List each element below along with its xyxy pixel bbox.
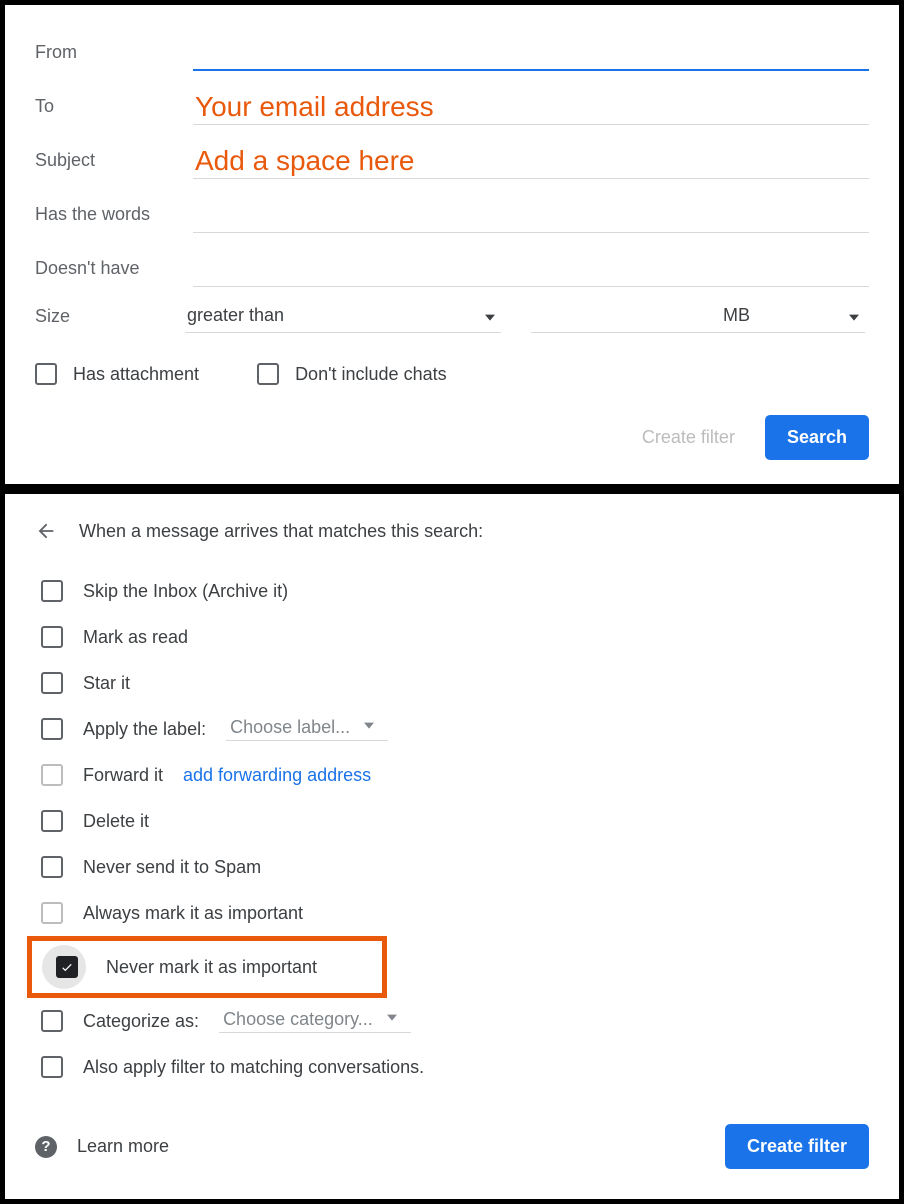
link-add-forwarding-address[interactable]: add forwarding address: [183, 765, 371, 786]
label-forward-it: Forward it: [83, 765, 163, 786]
create-filter-button[interactable]: Create filter: [725, 1124, 869, 1169]
checkbox-ripple: [42, 945, 86, 989]
input-to[interactable]: [193, 96, 869, 125]
filter-header: When a message arrives that matches this…: [35, 520, 869, 542]
input-from[interactable]: [193, 41, 869, 71]
checkbox-star-it[interactable]: [41, 672, 63, 694]
row-size: Size greater than MB: [35, 301, 869, 333]
chevron-down-icon: [849, 314, 859, 320]
label-doesnt-have: Doesn't have: [35, 258, 193, 287]
opt-star-it: Star it: [35, 660, 869, 706]
chevron-down-icon: [364, 722, 374, 728]
label-exclude-chats: Don't include chats: [295, 364, 447, 385]
label-size: Size: [35, 306, 185, 333]
input-to-wrapper: Your email address: [193, 96, 869, 125]
checkbox-never-important[interactable]: [56, 956, 78, 978]
group-has-attachment: Has attachment: [35, 363, 199, 385]
select-categorize-as[interactable]: Choose category...: [219, 1009, 411, 1033]
checkbox-also-apply[interactable]: [41, 1056, 63, 1078]
input-size-amount[interactable]: [531, 305, 721, 333]
label-never-spam: Never send it to Spam: [83, 857, 261, 878]
checkbox-mark-read[interactable]: [41, 626, 63, 648]
checkbox-always-important[interactable]: [41, 902, 63, 924]
label-never-important: Never mark it as important: [106, 957, 317, 978]
filter-header-text: When a message arrives that matches this…: [79, 521, 483, 542]
select-size-operator-value: greater than: [187, 305, 284, 325]
input-doesnt-have[interactable]: [193, 258, 869, 287]
create-filter-link[interactable]: Create filter: [642, 427, 735, 448]
row-has-words: Has the words: [35, 185, 869, 233]
checkbox-apply-label[interactable]: [41, 718, 63, 740]
arrow-back-icon[interactable]: [35, 520, 57, 542]
opt-skip-inbox: Skip the Inbox (Archive it): [35, 568, 869, 614]
search-form-panel: From To Your email address Subject Add a…: [0, 0, 904, 489]
label-also-apply: Also apply filter to matching conversati…: [83, 1057, 424, 1078]
checkbox-never-spam[interactable]: [41, 856, 63, 878]
select-apply-label-value: Choose label...: [230, 717, 350, 738]
opt-never-important: Never mark it as important: [27, 936, 387, 998]
label-delete-it: Delete it: [83, 811, 149, 832]
opt-apply-label: Apply the label: Choose label...: [35, 706, 869, 752]
row-subject: Subject Add a space here: [35, 131, 869, 179]
search-actions: Create filter Search: [35, 415, 869, 460]
label-star-it: Star it: [83, 673, 130, 694]
select-size-operator[interactable]: greater than: [185, 301, 501, 333]
label-apply-label: Apply the label:: [83, 719, 206, 740]
select-size-unit-value: MB: [723, 305, 750, 325]
group-exclude-chats: Don't include chats: [257, 363, 447, 385]
input-has-words[interactable]: [193, 204, 869, 233]
input-subject[interactable]: [193, 150, 869, 179]
checkbox-forward-it: [41, 764, 63, 786]
opt-mark-read: Mark as read: [35, 614, 869, 660]
row-to: To Your email address: [35, 77, 869, 125]
checkbox-has-attachment[interactable]: [35, 363, 57, 385]
opt-categorize-as: Categorize as: Choose category...: [35, 998, 869, 1044]
checkbox-delete-it[interactable]: [41, 810, 63, 832]
select-categorize-as-value: Choose category...: [223, 1009, 373, 1030]
filter-actions-panel: When a message arrives that matches this…: [0, 489, 904, 1204]
row-doesnt-have: Doesn't have: [35, 239, 869, 287]
label-always-important: Always mark it as important: [83, 903, 303, 924]
label-subject: Subject: [35, 150, 193, 179]
search-button[interactable]: Search: [765, 415, 869, 460]
chevron-down-icon: [387, 1014, 397, 1020]
label-has-words: Has the words: [35, 204, 193, 233]
checkbox-exclude-chats[interactable]: [257, 363, 279, 385]
opt-delete-it: Delete it: [35, 798, 869, 844]
checkbox-categorize-as[interactable]: [41, 1010, 63, 1032]
row-from: From: [35, 23, 869, 71]
opt-also-apply: Also apply filter to matching conversati…: [35, 1044, 869, 1090]
select-size-unit[interactable]: MB: [721, 301, 865, 333]
learn-more-link[interactable]: Learn more: [77, 1136, 169, 1157]
filter-footer: ? Learn more Create filter: [35, 1124, 869, 1169]
label-from: From: [35, 42, 193, 71]
chevron-down-icon: [485, 314, 495, 320]
label-has-attachment: Has attachment: [73, 364, 199, 385]
opt-always-important: Always mark it as important: [35, 890, 869, 936]
label-skip-inbox: Skip the Inbox (Archive it): [83, 581, 288, 602]
check-icon: [60, 960, 74, 974]
label-to: To: [35, 96, 193, 125]
opt-forward-it: Forward it add forwarding address: [35, 752, 869, 798]
input-subject-wrapper: Add a space here: [193, 150, 869, 179]
opt-never-spam: Never send it to Spam: [35, 844, 869, 890]
checkbox-skip-inbox[interactable]: [41, 580, 63, 602]
row-extra-checks: Has attachment Don't include chats: [35, 363, 869, 385]
label-mark-read: Mark as read: [83, 627, 188, 648]
select-apply-label[interactable]: Choose label...: [226, 717, 388, 741]
label-categorize-as: Categorize as:: [83, 1011, 199, 1032]
